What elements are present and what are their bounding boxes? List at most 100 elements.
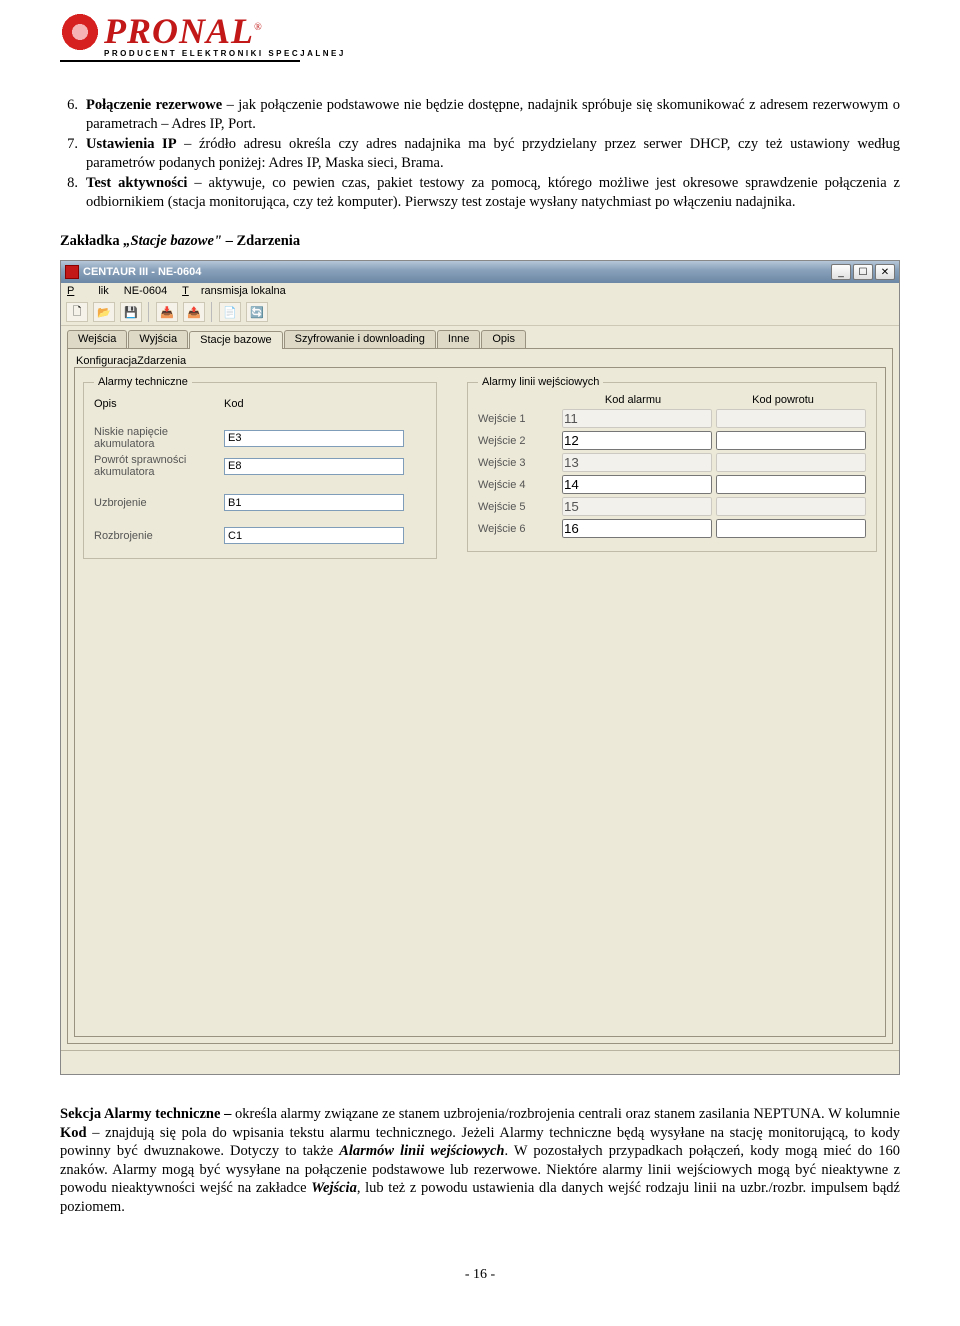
lower-strong-1: Sekcja Alarmy techniczne – <box>60 1106 235 1122</box>
item-text: Połączenie rezerwowe – jak połączenie po… <box>86 96 900 133</box>
label-wejscie-5: Wejście 5 <box>478 501 558 513</box>
input-w4-kod[interactable] <box>562 475 712 494</box>
tb-new-icon[interactable]: 🗋 <box>66 302 88 322</box>
row-wejscie-3: Wejście 3 <box>478 453 866 472</box>
input-w3-kod <box>562 453 712 472</box>
tab-stacje-bazowe[interactable]: Stacje bazowe <box>189 331 283 349</box>
col-kod-powrotu-header: Kod powrotu <box>708 394 858 406</box>
label-niskie: Niskie napięcie akumulatora <box>94 426 214 450</box>
logo-text: PRONAL® <box>104 10 263 52</box>
tb-refresh-icon[interactable]: 🔄 <box>246 302 268 322</box>
input-w4-ret[interactable] <box>716 475 866 494</box>
item-number: 8. <box>60 174 78 211</box>
tb-save-icon[interactable]: 💾 <box>120 302 142 322</box>
tab-opis[interactable]: Opis <box>481 330 526 348</box>
minimize-button[interactable]: _ <box>831 264 851 280</box>
input-w1-ret <box>716 409 866 428</box>
label-uzbrojenie: Uzbrojenie <box>94 497 214 509</box>
close-button[interactable]: ✕ <box>875 264 895 280</box>
numbered-list: 6. Połączenie rezerwowe – jak połączenie… <box>60 96 900 211</box>
tab-wejscia[interactable]: Wejścia <box>67 330 127 348</box>
label-wejscie-3: Wejście 3 <box>478 457 558 469</box>
group-alarmy-linii: Alarmy linii wejściowych Kod alarmu Kod … <box>467 376 877 552</box>
tab-wyjscia[interactable]: Wyjścia <box>128 330 188 348</box>
sub-tabstrip: Konfiguracja Zdarzenia <box>74 353 886 367</box>
heading-part: Zakładka <box>60 233 123 249</box>
lower-paragraph: Sekcja Alarmy techniczne – określa alarm… <box>60 1105 900 1216</box>
subtab-konfiguracja[interactable]: Konfiguracja <box>76 355 137 367</box>
list-item: 6. Połączenie rezerwowe – jak połączenie… <box>60 96 900 133</box>
maximize-button[interactable]: ☐ <box>853 264 873 280</box>
item-term: Test aktywności <box>86 175 187 191</box>
window-buttons: _ ☐ ✕ <box>831 264 895 280</box>
group-legend-left: Alarmy techniczne <box>94 376 192 388</box>
window-title: CENTAUR III - NE-0604 <box>83 266 201 278</box>
input-powrot-kod[interactable] <box>224 458 404 475</box>
tab-inne[interactable]: Inne <box>437 330 480 348</box>
tab-szyfrowanie[interactable]: Szyfrowanie i downloading <box>284 330 436 348</box>
item-body: – źródło adresu określa czy adres nadajn… <box>86 136 900 171</box>
logo-header: PRONAL® PRODUCENT ELEKTRONIKI SPECJALNEJ <box>60 0 900 66</box>
menubar: Plik NE-0604 Transmisja lokalna <box>61 283 899 299</box>
label-wejscie-4: Wejście 4 <box>478 479 558 491</box>
row-uzbrojenie: Uzbrojenie <box>94 494 426 511</box>
logo-underline <box>60 60 300 62</box>
row-rozbrojenie: Rozbrojenie <box>94 527 426 544</box>
group-legend-right: Alarmy linii wejściowych <box>478 376 603 388</box>
row-wejscie-4: Wejście 4 <box>478 475 866 494</box>
label-rozbrojenie: Rozbrojenie <box>94 530 214 542</box>
list-item: 8. Test aktywności – aktywuje, co pewien… <box>60 174 900 211</box>
item-text: Test aktywności – aktywuje, co pewien cz… <box>86 174 900 211</box>
input-uzbrojenie-kod[interactable] <box>224 494 404 511</box>
tb-download-icon[interactable]: 📥 <box>156 302 178 322</box>
input-w1-kod <box>562 409 712 428</box>
titlebar-left: CENTAUR III - NE-0604 <box>65 265 201 279</box>
row-niskie-napiecie: Niskie napięcie akumulatora <box>94 426 426 450</box>
input-w6-kod[interactable] <box>562 519 712 538</box>
page-footer: - 16 - <box>60 1267 900 1283</box>
toolbar: 🗋 📂 💾 📥 📤 📄 🔄 <box>61 299 899 326</box>
input-w2-kod[interactable] <box>562 431 712 450</box>
main-tabstrip: Wejścia Wyjścia Stacje bazowe Szyfrowani… <box>61 326 899 348</box>
sub-panel: Alarmy techniczne Opis Kod Niskie napięc… <box>74 367 886 1037</box>
heading-italic: „Stacje bazowe" <box>123 233 222 249</box>
label-wejscie-2: Wejście 2 <box>478 435 558 447</box>
item-number: 6. <box>60 96 78 133</box>
logo-row: PRONAL® <box>60 10 900 52</box>
row-powrot-sprawnosci: Powrót sprawności akumulatora <box>94 454 426 478</box>
input-w5-kod <box>562 497 712 516</box>
tb-page-icon[interactable]: 📄 <box>219 302 241 322</box>
statusbar <box>61 1050 899 1074</box>
subtab-zdarzenia[interactable]: Zdarzenia <box>137 355 186 367</box>
row-wejscie-5: Wejście 5 <box>478 497 866 516</box>
input-w3-ret <box>716 453 866 472</box>
menu-ne[interactable]: NE-0604 <box>124 285 167 297</box>
tb-upload-icon[interactable]: 📤 <box>183 302 205 322</box>
toolbar-separator <box>211 302 213 322</box>
menu-transmisja[interactable]: Transmisja lokalna <box>182 285 286 297</box>
list-item: 7. Ustawienia IP – źródło adresu określa… <box>60 135 900 172</box>
label-powrot: Powrót sprawności akumulatora <box>94 454 214 478</box>
input-w5-ret <box>716 497 866 516</box>
app-icon <box>65 265 79 279</box>
lower-em-wejscia: Wejścia <box>311 1180 357 1196</box>
row-wejscie-2: Wejście 2 <box>478 431 866 450</box>
section-heading: Zakładka „Stacje bazowe" – Zdarzenia <box>60 233 900 250</box>
item-number: 7. <box>60 135 78 172</box>
input-w2-ret[interactable] <box>716 431 866 450</box>
group-alarmy-techniczne: Alarmy techniczne Opis Kod Niskie napięc… <box>83 376 437 559</box>
item-term: Połączenie rezerwowe <box>86 97 222 113</box>
input-w6-ret[interactable] <box>716 519 866 538</box>
logo-registered: ® <box>254 22 263 33</box>
input-niskie-kod[interactable] <box>224 430 404 447</box>
input-rozbrojenie-kod[interactable] <box>224 527 404 544</box>
titlebar: CENTAUR III - NE-0604 _ ☐ ✕ <box>61 261 899 283</box>
item-term: Ustawienia IP <box>86 136 177 152</box>
toolbar-separator <box>148 302 150 322</box>
logo-subtitle: PRODUCENT ELEKTRONIKI SPECJALNEJ <box>104 49 900 58</box>
gear-icon <box>60 12 100 52</box>
col-kod-alarmu-header: Kod alarmu <box>558 394 708 406</box>
menu-plik[interactable]: Plik <box>67 285 109 297</box>
header-row: Opis Kod <box>94 398 426 410</box>
tb-open-icon[interactable]: 📂 <box>93 302 115 322</box>
